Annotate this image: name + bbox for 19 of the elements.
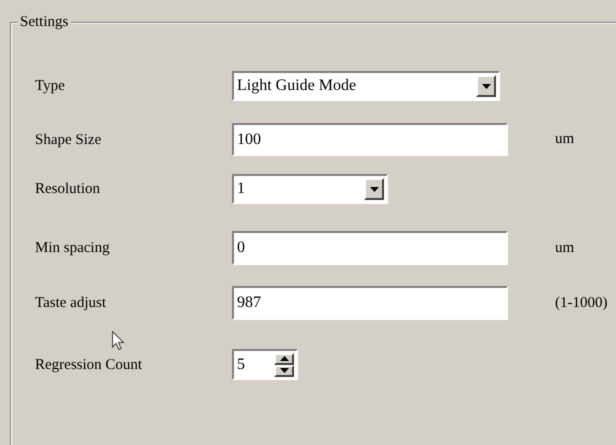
dropdown[interactable]: Light Guide Mode	[232, 71, 500, 101]
unit-label: um	[555, 130, 574, 150]
field-label: Regression Count	[35, 356, 142, 372]
unit-label: (1-1000)	[555, 294, 608, 313]
spin-down-icon[interactable]	[274, 364, 294, 376]
field-label: Shape Size	[35, 132, 102, 148]
field-label: Taste adjust	[35, 295, 106, 311]
mouse-pointer-icon	[112, 331, 125, 350]
text-field[interactable]: 100	[232, 123, 508, 156]
spinner-field[interactable]: 5	[232, 349, 298, 380]
spin-up-icon[interactable]	[274, 352, 294, 364]
unit-label: um	[555, 238, 574, 258]
field-label: Min spacing	[35, 240, 110, 256]
text-field[interactable]: 987	[232, 286, 508, 320]
group-title: Settings	[17, 13, 72, 31]
text-field[interactable]: 0	[232, 231, 508, 265]
dropdown[interactable]: 1	[232, 174, 388, 204]
field-label: Type	[35, 78, 65, 94]
field-label: Resolution	[35, 181, 100, 197]
